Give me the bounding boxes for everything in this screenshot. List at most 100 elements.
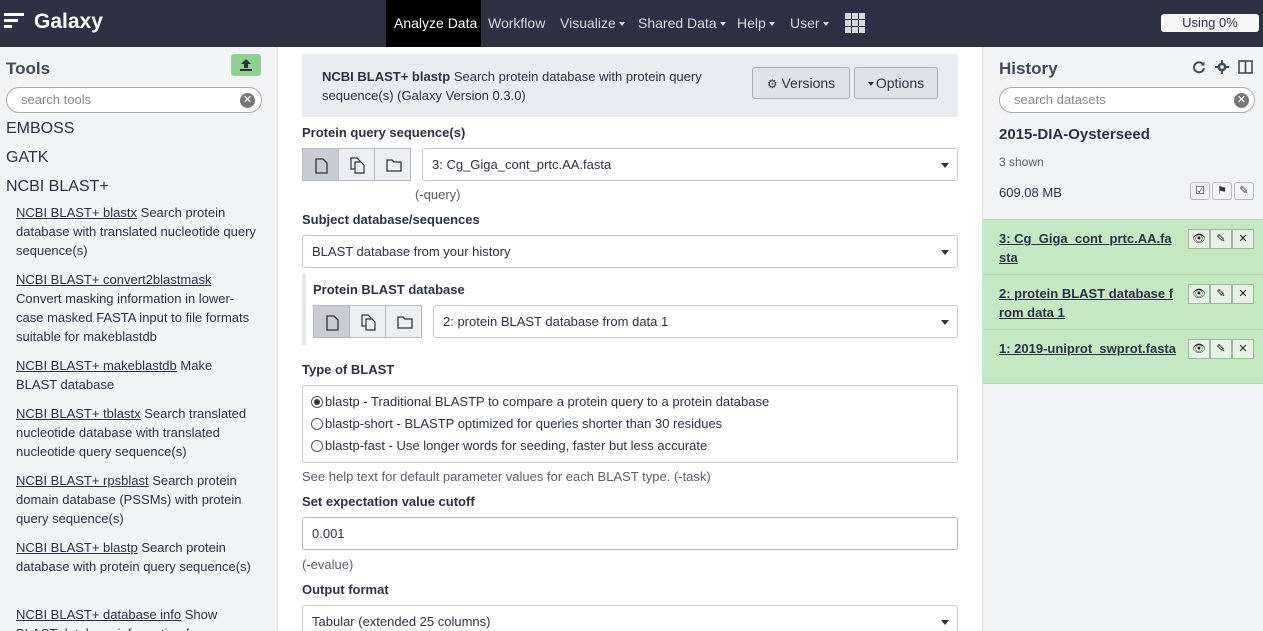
nav-help[interactable]: Help <box>737 0 775 47</box>
radio-unchecked-icon[interactable] <box>311 440 323 452</box>
eye-icon[interactable]: 👁 <box>1188 339 1210 359</box>
section-gatk[interactable]: GATK <box>6 149 48 167</box>
query-hint: (-query) <box>415 187 461 202</box>
refresh-icon[interactable] <box>1192 60 1206 74</box>
caret-down-icon <box>941 163 949 168</box>
tool-database-info[interactable]: NCBI BLAST+ database info Show BLAST dat… <box>16 605 256 631</box>
nav-shared-data[interactable]: Shared Data <box>638 0 726 47</box>
subject-label: Subject database/sequences <box>302 212 480 227</box>
apps-grid-icon[interactable] <box>845 13 865 33</box>
nav-analyze-data[interactable]: Analyze Data <box>386 0 481 47</box>
caret-down-icon <box>941 250 949 255</box>
select-datasets-icon[interactable]: ☑ <box>1190 182 1210 200</box>
radio-blastp-fast[interactable]: blastp-fast - Use longer words for seedi… <box>311 438 707 453</box>
pencil-icon[interactable]: ✎ <box>1210 284 1232 304</box>
upload-icon <box>240 59 252 71</box>
single-file-button[interactable] <box>302 148 339 181</box>
options-button[interactable]: Options <box>854 67 938 99</box>
clear-search-icon[interactable]: ✕ <box>1234 93 1249 108</box>
tool-tblastx[interactable]: NCBI BLAST+ tblastx Search translated nu… <box>16 404 256 461</box>
dataset-title[interactable]: 3: Cg_Giga_cont_prtc.AA.fasta <box>999 229 1177 267</box>
section-emboss[interactable]: EMBOSS <box>6 120 74 138</box>
file-icon <box>326 315 339 331</box>
multiple-files-button[interactable] <box>349 305 386 338</box>
history-panel: History search datasets ✕ 2015-DIA-Oyste… <box>982 47 1263 631</box>
collection-button[interactable] <box>385 305 422 338</box>
evalue-label: Set expectation value cutoff <box>302 494 475 509</box>
delete-icon[interactable]: ✕ <box>1232 229 1254 249</box>
type-hint: See help text for default parameter valu… <box>302 469 711 484</box>
history-title: History <box>999 59 1058 78</box>
db-source-toggle <box>313 305 422 338</box>
masthead: Galaxy Analyze Data Workflow Visualize S… <box>0 0 1263 47</box>
query-select[interactable]: 3: Cg_Giga_cont_prtc.AA.fasta <box>422 148 958 181</box>
upload-button[interactable] <box>231 54 261 76</box>
pencil-icon[interactable]: ✎ <box>1210 339 1232 359</box>
db-label: Protein BLAST database <box>313 282 465 297</box>
brand-title: Galaxy <box>34 10 103 33</box>
dataset-title[interactable]: 2: protein BLAST database from data 1 <box>999 284 1177 322</box>
history-size: 609.08 MB <box>999 185 1062 200</box>
folder-icon <box>397 316 413 329</box>
caret-down-icon <box>618 22 625 27</box>
caret-down-icon <box>867 82 874 87</box>
tool-search-input[interactable]: search tools <box>6 87 262 113</box>
evalue-hint: (-evalue) <box>302 557 354 572</box>
galaxy-logo-icon <box>4 13 24 29</box>
files-icon <box>350 157 365 174</box>
query-source-toggle <box>302 148 411 181</box>
gear-icon[interactable] <box>1215 60 1229 74</box>
tool-makeblastdb[interactable]: NCBI BLAST+ makeblastdb Make BLAST datab… <box>16 356 256 394</box>
columns-icon[interactable] <box>1238 60 1253 74</box>
history-name[interactable]: 2015-DIA-Oysterseed <box>999 126 1150 143</box>
caret-down-icon <box>768 22 775 27</box>
caret-down-icon <box>941 320 949 325</box>
history-shown-count[interactable]: 3 shown <box>999 155 1044 169</box>
tool-blastp[interactable]: NCBI BLAST+ blastp Search protein databa… <box>16 538 256 576</box>
file-icon <box>315 158 328 174</box>
eye-icon[interactable]: 👁 <box>1188 284 1210 304</box>
subject-select[interactable]: BLAST database from your history <box>302 235 958 268</box>
eye-icon[interactable]: 👁 <box>1188 229 1210 249</box>
radio-blastp[interactable]: blastp - Traditional BLASTP to compare a… <box>311 394 769 409</box>
folder-icon <box>386 159 402 172</box>
radio-unchecked-icon[interactable] <box>311 418 323 430</box>
output-label: Output format <box>302 582 389 597</box>
delete-icon[interactable]: ✕ <box>1232 284 1254 304</box>
tool-name: NCBI BLAST+ blastp <box>322 69 451 84</box>
blast-type-options: blastp - Traditional BLASTP to compare a… <box>302 385 958 463</box>
tool-panel: Tools search tools ✕ EMBOSS GATK NCBI BL… <box>0 47 278 631</box>
cubes-icon: ⚙ <box>766 77 778 91</box>
caret-down-icon <box>719 22 726 27</box>
multiple-files-button[interactable] <box>338 148 375 181</box>
tool-convert2blastmask[interactable]: NCBI BLAST+ convert2blastmask Convert ma… <box>16 270 256 346</box>
database-subsection: Protein BLAST database 2: protein BLAST … <box>302 274 958 345</box>
dataset-item[interactable]: 3: Cg_Giga_cont_prtc.AA.fasta 👁 ✎ ✕ <box>983 219 1263 274</box>
tags-icon[interactable]: ⚑ <box>1212 182 1232 200</box>
nav-workflow[interactable]: Workflow <box>488 0 545 47</box>
radio-checked-icon[interactable] <box>311 396 323 408</box>
tool-rpsblast[interactable]: NCBI BLAST+ rpsblast Search protein doma… <box>16 471 256 528</box>
versions-button[interactable]: ⚙ Versions <box>752 67 850 99</box>
dataset-item[interactable]: 2: protein BLAST database from data 1 👁 … <box>983 274 1263 329</box>
output-select[interactable]: Tabular (extended 25 columns) <box>302 605 958 631</box>
collection-button[interactable] <box>374 148 411 181</box>
clear-search-icon[interactable]: ✕ <box>240 93 255 108</box>
annotation-icon[interactable]: ✎ <box>1234 182 1254 200</box>
dataset-search-input[interactable]: search datasets <box>999 87 1255 113</box>
single-file-button[interactable] <box>313 305 350 338</box>
files-icon <box>361 314 376 331</box>
pencil-icon[interactable]: ✎ <box>1210 229 1232 249</box>
evalue-input[interactable]: 0.001 <box>302 517 958 550</box>
delete-icon[interactable]: ✕ <box>1232 339 1254 359</box>
db-select[interactable]: 2: protein BLAST database from data 1 <box>433 305 958 338</box>
radio-blastp-short[interactable]: blastp-short - BLASTP optimized for quer… <box>311 416 722 431</box>
tool-panel-title: Tools <box>6 59 51 78</box>
dataset-item[interactable]: 1: 2019-uniprot_swprot.fasta 👁 ✎ ✕ <box>983 329 1263 384</box>
section-ncbi-blast[interactable]: NCBI BLAST+ <box>6 178 109 196</box>
dataset-title[interactable]: 1: 2019-uniprot_swprot.fasta <box>999 339 1177 358</box>
nav-visualize[interactable]: Visualize <box>560 0 625 47</box>
tool-blastx[interactable]: NCBI BLAST+ blastx Search protein databa… <box>16 203 256 260</box>
nav-user[interactable]: User <box>790 0 829 47</box>
quota-meter[interactable]: Using 0% <box>1161 14 1259 32</box>
